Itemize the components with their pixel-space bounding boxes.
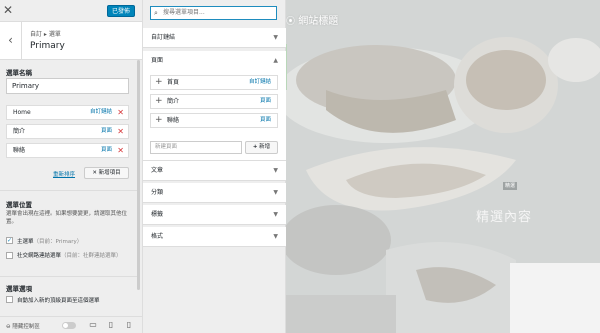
- reorder-link[interactable]: 重新排序: [53, 170, 75, 178]
- breadcrumb: 自訂 ▸ 選單: [30, 31, 61, 38]
- location-name: 社交網路連結選單: [17, 253, 62, 259]
- social-location-checkbox[interactable]: [6, 252, 13, 259]
- customizer-header: ✕ 已發佈: [0, 0, 142, 22]
- section-pages[interactable]: 頁面 ▲: [143, 51, 286, 71]
- edit-shortcut-icon[interactable]: ⦿: [286, 17, 295, 27]
- page-title: 聯絡: [167, 117, 180, 124]
- chevron-up-icon: ▲: [273, 57, 278, 64]
- chevron-down-icon: ▼: [273, 211, 278, 218]
- section-tags[interactable]: 標籤 ▼: [143, 205, 286, 225]
- close-icon[interactable]: ✕: [3, 4, 13, 16]
- auto-add-checkbox[interactable]: [6, 296, 13, 303]
- mobile-icon[interactable]: ▯: [124, 320, 134, 330]
- plus-icon: +: [155, 96, 163, 106]
- section-custom-links[interactable]: 自訂鏈結 ▼: [143, 28, 286, 48]
- page-type: 頁面: [259, 117, 271, 123]
- menu-item-home[interactable]: Home 自訂鏈結 ✕: [6, 105, 129, 120]
- site-preview[interactable]: ⦿ 網站標題 精選 精選內容: [286, 0, 600, 333]
- plus-icon: +: [155, 77, 163, 87]
- page-type: 頁面: [259, 98, 271, 104]
- content-block: [510, 263, 600, 333]
- plus-icon: +: [155, 115, 163, 125]
- remove-icon[interactable]: ✕: [117, 106, 124, 119]
- section-label: 頁面: [151, 57, 164, 64]
- desktop-icon[interactable]: ▭: [88, 320, 98, 330]
- page-item-about[interactable]: + 簡介 頁面: [150, 94, 278, 109]
- location-name: 主選單: [17, 239, 34, 245]
- back-chevron-icon[interactable]: ‹: [0, 22, 22, 60]
- chevron-down-icon: ▼: [273, 167, 278, 174]
- featured-badge: 精選: [503, 182, 517, 190]
- add-item-label: 新增項目: [98, 170, 121, 176]
- location-current: （目前：Primary）: [33, 239, 83, 245]
- section-label: 格式: [151, 233, 164, 240]
- page-title: 首頁: [167, 79, 180, 86]
- section-label: 分類: [151, 189, 164, 196]
- primary-location-checkbox[interactable]: ✓: [6, 237, 13, 244]
- menu-locations-label: 選單位置: [6, 201, 32, 209]
- featured-title[interactable]: 精選內容: [476, 206, 532, 225]
- page-type: 自訂鏈結: [248, 79, 271, 85]
- menu-item-title: Home: [13, 109, 31, 116]
- remove-icon[interactable]: ✕: [117, 144, 124, 157]
- plus-icon: +: [252, 144, 258, 150]
- menu-locations-description: 選單會出現在這裡。如果想要變更，請選取其他位置。: [6, 211, 128, 225]
- hide-controls-button[interactable]: ⊖ 隱藏控制區: [6, 322, 40, 330]
- search-input[interactable]: ⌕ 搜尋選單項目...: [150, 6, 277, 20]
- menu-item-title: 聯絡: [13, 147, 26, 154]
- preview-edge-highlight: [286, 44, 287, 90]
- section-categories[interactable]: 分類 ▼: [143, 183, 286, 203]
- published-button[interactable]: 已發佈: [107, 5, 135, 17]
- add-new-page-button[interactable]: + 新增: [245, 141, 278, 154]
- section-label: 自訂鏈結: [151, 34, 176, 41]
- site-title[interactable]: ⦿ 網站標題: [286, 12, 338, 27]
- menu-item-contact[interactable]: 聯絡 頁面 ✕: [6, 143, 129, 158]
- add-new-label: 新增: [259, 144, 271, 150]
- hide-controls-label: 隱藏控制區: [12, 324, 40, 330]
- customizer-panel: ✕ 已發佈 ‹ 自訂 ▸ 選單 Primary 選單名稱 Primary Hom…: [0, 0, 143, 333]
- page-title: 簡介: [167, 98, 180, 105]
- menu-item-title: 簡介: [13, 128, 26, 135]
- auto-add-label: 自動加入新的頂級頁面至這個選單: [17, 298, 100, 304]
- divider: [0, 276, 137, 277]
- primary-location-label: 主選單（目前：Primary）: [17, 237, 82, 245]
- site-title-text: 網站標題: [298, 16, 339, 27]
- section-formats[interactable]: 格式 ▼: [143, 227, 286, 247]
- section-posts[interactable]: 文章 ▼: [143, 161, 286, 181]
- divider: [0, 190, 137, 191]
- menu-header: ‹ 自訂 ▸ 選單 Primary: [0, 22, 142, 60]
- chevron-down-icon: ▼: [273, 189, 278, 196]
- toggle-switch[interactable]: [62, 322, 76, 329]
- footer-controls: ⊖ 隱藏控制區 ▭ ▯ ▯: [0, 316, 142, 333]
- section-label: 標籤: [151, 211, 164, 218]
- menu-title: Primary: [30, 41, 65, 51]
- scrollbar[interactable]: [137, 60, 140, 290]
- add-item-button[interactable]: ✕ 新增項目: [84, 167, 129, 179]
- page-item-home[interactable]: + 首頁 自訂鏈結: [150, 75, 278, 90]
- page-item-contact[interactable]: + 聯絡 頁面: [150, 113, 278, 128]
- chevron-down-icon: ▼: [273, 34, 278, 41]
- menu-item-type: 頁面: [100, 128, 112, 134]
- chevron-down-icon: ▼: [273, 233, 278, 240]
- menu-item-picker: ⌕ 搜尋選單項目... 自訂鏈結 ▼ 頁面 ▲ + 首頁 自訂鏈結 + 簡介 頁…: [143, 0, 286, 333]
- menu-options-label: 選單選項: [6, 285, 32, 293]
- menu-name-label: 選單名稱: [6, 69, 32, 77]
- close-icon: ✕: [92, 170, 97, 176]
- section-label: 文章: [151, 167, 164, 174]
- remove-icon[interactable]: ✕: [117, 125, 124, 138]
- new-page-input[interactable]: 新建頁面: [150, 141, 242, 154]
- menu-item-about[interactable]: 簡介 頁面 ✕: [6, 124, 129, 139]
- tablet-icon[interactable]: ▯: [106, 320, 116, 330]
- search-icon: ⌕: [154, 9, 158, 17]
- menu-name-input[interactable]: Primary: [6, 78, 129, 94]
- menu-item-type: 自訂鏈結: [89, 109, 112, 115]
- search-placeholder: 搜尋選單項目...: [163, 9, 205, 16]
- social-location-label: 社交網路連結選單（目前：社群連結選單）: [17, 252, 132, 260]
- location-current: （目前：社群連結選單）: [61, 253, 122, 259]
- menu-item-type: 頁面: [100, 147, 112, 153]
